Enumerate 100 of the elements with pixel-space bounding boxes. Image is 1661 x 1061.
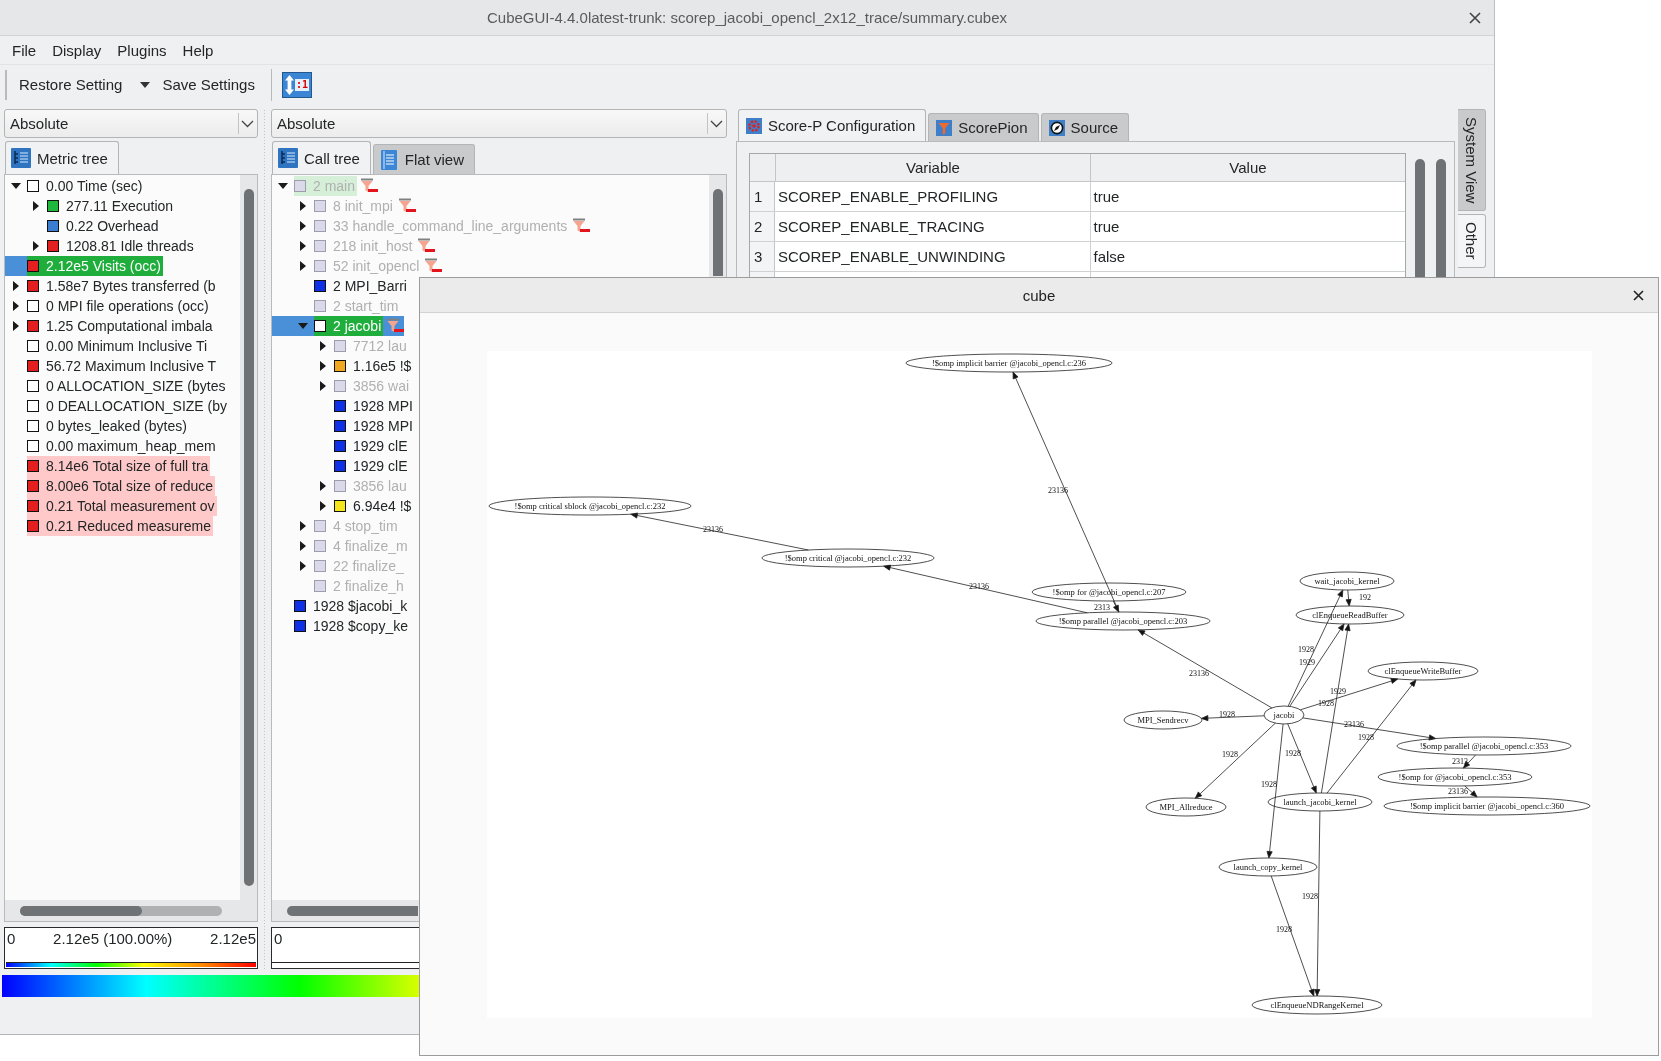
metric-tree-item[interactable]: 277.11 Execution	[5, 196, 176, 216]
ratio-button[interactable]: :1	[281, 71, 312, 98]
side-tab[interactable]: System View	[1458, 109, 1486, 212]
vertical-scrollbar[interactable]	[712, 189, 723, 276]
horizontal-scrollbar[interactable]	[287, 905, 418, 916]
metric-tree-item[interactable]: 1.25 Computational imbala	[5, 316, 215, 336]
filter-icon[interactable]	[386, 318, 405, 334]
metric-tree-item[interactable]: 1208.81 Idle threads	[5, 236, 196, 256]
close-icon[interactable]	[1633, 289, 1644, 301]
vertical-scrollbar[interactable]	[1415, 159, 1425, 278]
edge-label: 1928	[1297, 644, 1314, 653]
tab[interactable]: Score-P Configuration	[738, 109, 927, 141]
graph-node[interactable]: jacobi	[1263, 705, 1304, 724]
disclosure-triangle-icon[interactable]	[300, 241, 306, 251]
table-cell: SCOREP_ENABLE_PROFILING	[775, 182, 1091, 211]
call-tree-item[interactable]: 1928 MPI	[272, 396, 415, 416]
mode-dropdown[interactable]: Absolute	[271, 109, 727, 138]
disclosure-triangle-icon[interactable]	[11, 183, 21, 189]
metric-tree-item[interactable]: 0.22 Overhead	[5, 216, 161, 236]
disclosure-triangle-icon[interactable]	[13, 321, 19, 331]
graph-node[interactable]: wait_jacobi_kernel	[1299, 571, 1394, 590]
filter-icon[interactable]	[572, 218, 591, 234]
graph-node[interactable]: launch_copy_kernel	[1218, 857, 1317, 876]
filter-icon[interactable]	[417, 238, 436, 254]
graph-node[interactable]: MPI_Allreduce	[1145, 797, 1226, 816]
horizontal-scrollbar[interactable]	[20, 905, 222, 916]
disclosure-triangle-icon[interactable]	[320, 481, 326, 491]
column-header[interactable]: Variable	[776, 154, 1091, 181]
gear-icon	[746, 117, 762, 134]
disclosure-triangle-icon[interactable]	[320, 361, 326, 371]
graph-node[interactable]: !$omp for @jacobi_opencl.c:207	[1031, 582, 1186, 601]
disclosure-triangle-icon[interactable]	[300, 201, 306, 211]
save-settings-button[interactable]: Save Settings	[156, 70, 261, 99]
metric-tree-item[interactable]: 0 MPI file operations (occ)	[5, 296, 211, 316]
disclosure-triangle-icon[interactable]	[13, 281, 19, 291]
filter-icon[interactable]	[360, 178, 379, 194]
side-tab[interactable]: Other	[1458, 214, 1486, 268]
graph-node[interactable]: MPI_Sendrecv	[1123, 710, 1202, 729]
graph-node[interactable]: !$omp for @jacobi_opencl.c:353	[1377, 767, 1532, 786]
column-header[interactable]: Value	[1091, 154, 1405, 181]
metric-tree-item[interactable]: 56.72 Maximum Inclusive T	[5, 356, 219, 376]
call-tree-item[interactable]: 1928 $jacobi_k	[272, 596, 410, 616]
call-tree-item[interactable]: 1928 MPI	[272, 416, 415, 436]
metric-tree-item[interactable]: 1.58e7 Bytes transferred (b	[5, 276, 218, 296]
metric-tree-item[interactable]: 0 DEALLOCATION_SIZE (by	[5, 396, 229, 416]
disclosure-triangle-icon[interactable]	[300, 521, 306, 531]
graph-node[interactable]: !$omp critical sblock @jacobi_opencl.c:232	[488, 496, 691, 515]
tab[interactable]: Call tree	[272, 141, 371, 174]
disclosure-triangle-icon[interactable]	[300, 221, 306, 231]
graph-node[interactable]: clEnqueueNDRangeKernel	[1251, 995, 1382, 1014]
disclosure-triangle-icon[interactable]	[320, 381, 326, 391]
metric-tree-item[interactable]: 0 bytes_leaked (bytes)	[5, 416, 189, 436]
graph-node[interactable]: clEnqueueReadBuffer	[1295, 605, 1404, 624]
vertical-scrollbar[interactable]	[1436, 159, 1446, 278]
graph-node[interactable]: !$omp parallel @jacobi_opencl.c:203	[1035, 611, 1210, 630]
filter-icon[interactable]	[424, 258, 443, 274]
restore-setting-button[interactable]: Restore Setting	[13, 70, 129, 99]
tab[interactable]: ScorePion	[928, 113, 1039, 141]
graph-node[interactable]: !$omp parallel @jacobi_opencl.c:353	[1396, 736, 1571, 755]
compass-icon	[1048, 119, 1065, 136]
tab[interactable]: Metric tree	[5, 141, 119, 174]
menu-item[interactable]: File	[4, 41, 45, 59]
disclosure-triangle-icon[interactable]	[278, 183, 288, 189]
metric-tree-item[interactable]: 0.00 Minimum Inclusive Ti	[5, 336, 210, 356]
mode-dropdown[interactable]: Absolute	[4, 109, 258, 138]
menu-item[interactable]: Help	[174, 41, 222, 59]
disclosure-triangle-icon[interactable]	[320, 341, 326, 351]
disclosure-triangle-icon[interactable]	[300, 261, 306, 271]
edge-label: 23136	[1188, 668, 1209, 677]
menu-item[interactable]: Plugins	[109, 41, 175, 59]
call-tree-item[interactable]: 1.16e5 !$	[272, 356, 414, 376]
call-tree-item[interactable]: 2 MPI_Barri	[272, 276, 409, 296]
disclosure-triangle-icon[interactable]	[300, 561, 306, 571]
graph-node[interactable]: launch_jacobi_kernel	[1267, 792, 1372, 811]
graph-node[interactable]: !$omp implicit barrier @jacobi_opencl.c:360	[1383, 796, 1590, 815]
close-icon[interactable]	[1469, 11, 1481, 24]
vertical-scrollbar[interactable]	[243, 189, 254, 886]
metric-tree-item[interactable]: 0 ALLOCATION_SIZE (bytes	[5, 376, 228, 396]
menu-item[interactable]: Display	[44, 41, 110, 59]
scrollbar-thumb[interactable]	[20, 905, 142, 916]
graph-node[interactable]: !$omp critical @jacobi_opencl.c:232	[761, 548, 934, 567]
disclosure-triangle-icon[interactable]	[13, 301, 19, 311]
filter-icon[interactable]	[397, 198, 416, 214]
call-tree-item[interactable]: 6.94e4 !$	[272, 496, 414, 516]
disclosure-triangle-icon[interactable]	[33, 241, 39, 251]
tab[interactable]: Flat view	[372, 144, 476, 174]
current-value: 2.12e5 (100.00%)	[53, 930, 173, 947]
disclosure-triangle-icon[interactable]	[300, 541, 306, 551]
graph-node[interactable]: clEnqueueWriteBuffer	[1367, 661, 1478, 680]
call-tree-item[interactable]: 1929 clE	[272, 436, 410, 456]
tab[interactable]: Source	[1040, 113, 1130, 141]
metric-tree-item[interactable]: 0.00 Time (sec)	[5, 176, 145, 196]
metric-tree-item[interactable]: 0.00 maximum_heap_mem	[5, 436, 218, 456]
call-tree-item[interactable]: 1928 $copy_ke	[272, 616, 410, 636]
max-value: 2.12e5	[210, 930, 256, 947]
disclosure-triangle-icon[interactable]	[320, 501, 326, 511]
graph-node[interactable]: !$omp implicit barrier @jacobi_opencl.c:236	[905, 353, 1112, 372]
call-tree-item[interactable]: 1929 clE	[272, 456, 410, 476]
disclosure-triangle-icon[interactable]	[33, 201, 39, 211]
caret-down-icon[interactable]	[140, 81, 151, 88]
